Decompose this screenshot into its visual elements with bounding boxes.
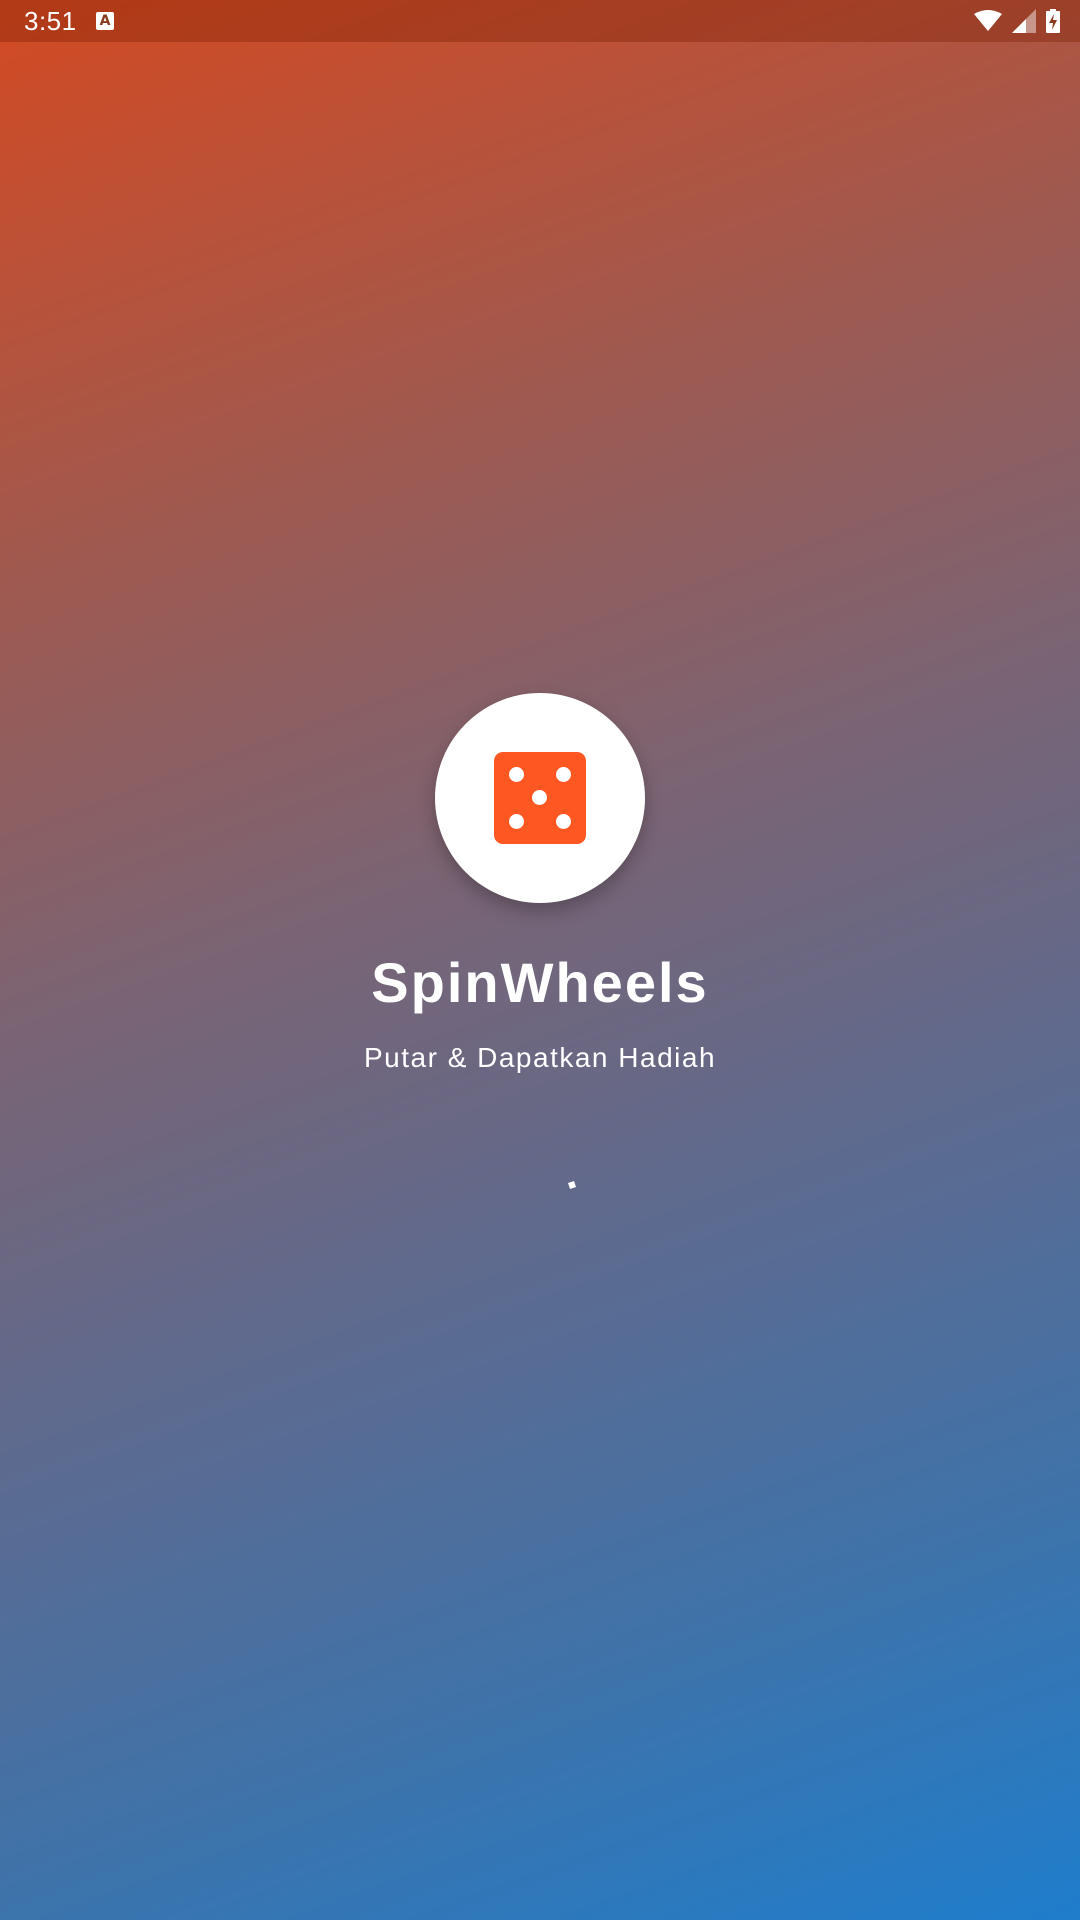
status-bar: 3:51 A [0,0,1080,42]
battery-charging-icon [1046,9,1060,33]
dice-pip [532,790,547,805]
app-logo [435,693,645,903]
dice-pip [556,814,571,829]
dice-five-icon [494,752,586,844]
dice-pip [509,767,524,782]
dice-pip [556,767,571,782]
app-title: SpinWheels [371,951,709,1014]
wifi-icon [974,10,1002,31]
spinner-icon [568,1181,576,1189]
text-a-icon: A [96,12,114,30]
status-time: 3:51 [24,6,77,36]
status-icons [974,8,1060,34]
app-subtitle: Putar & Dapatkan Hadiah [363,1042,717,1073]
cellular-signal-icon [1012,9,1036,33]
dice-pip [509,814,524,829]
